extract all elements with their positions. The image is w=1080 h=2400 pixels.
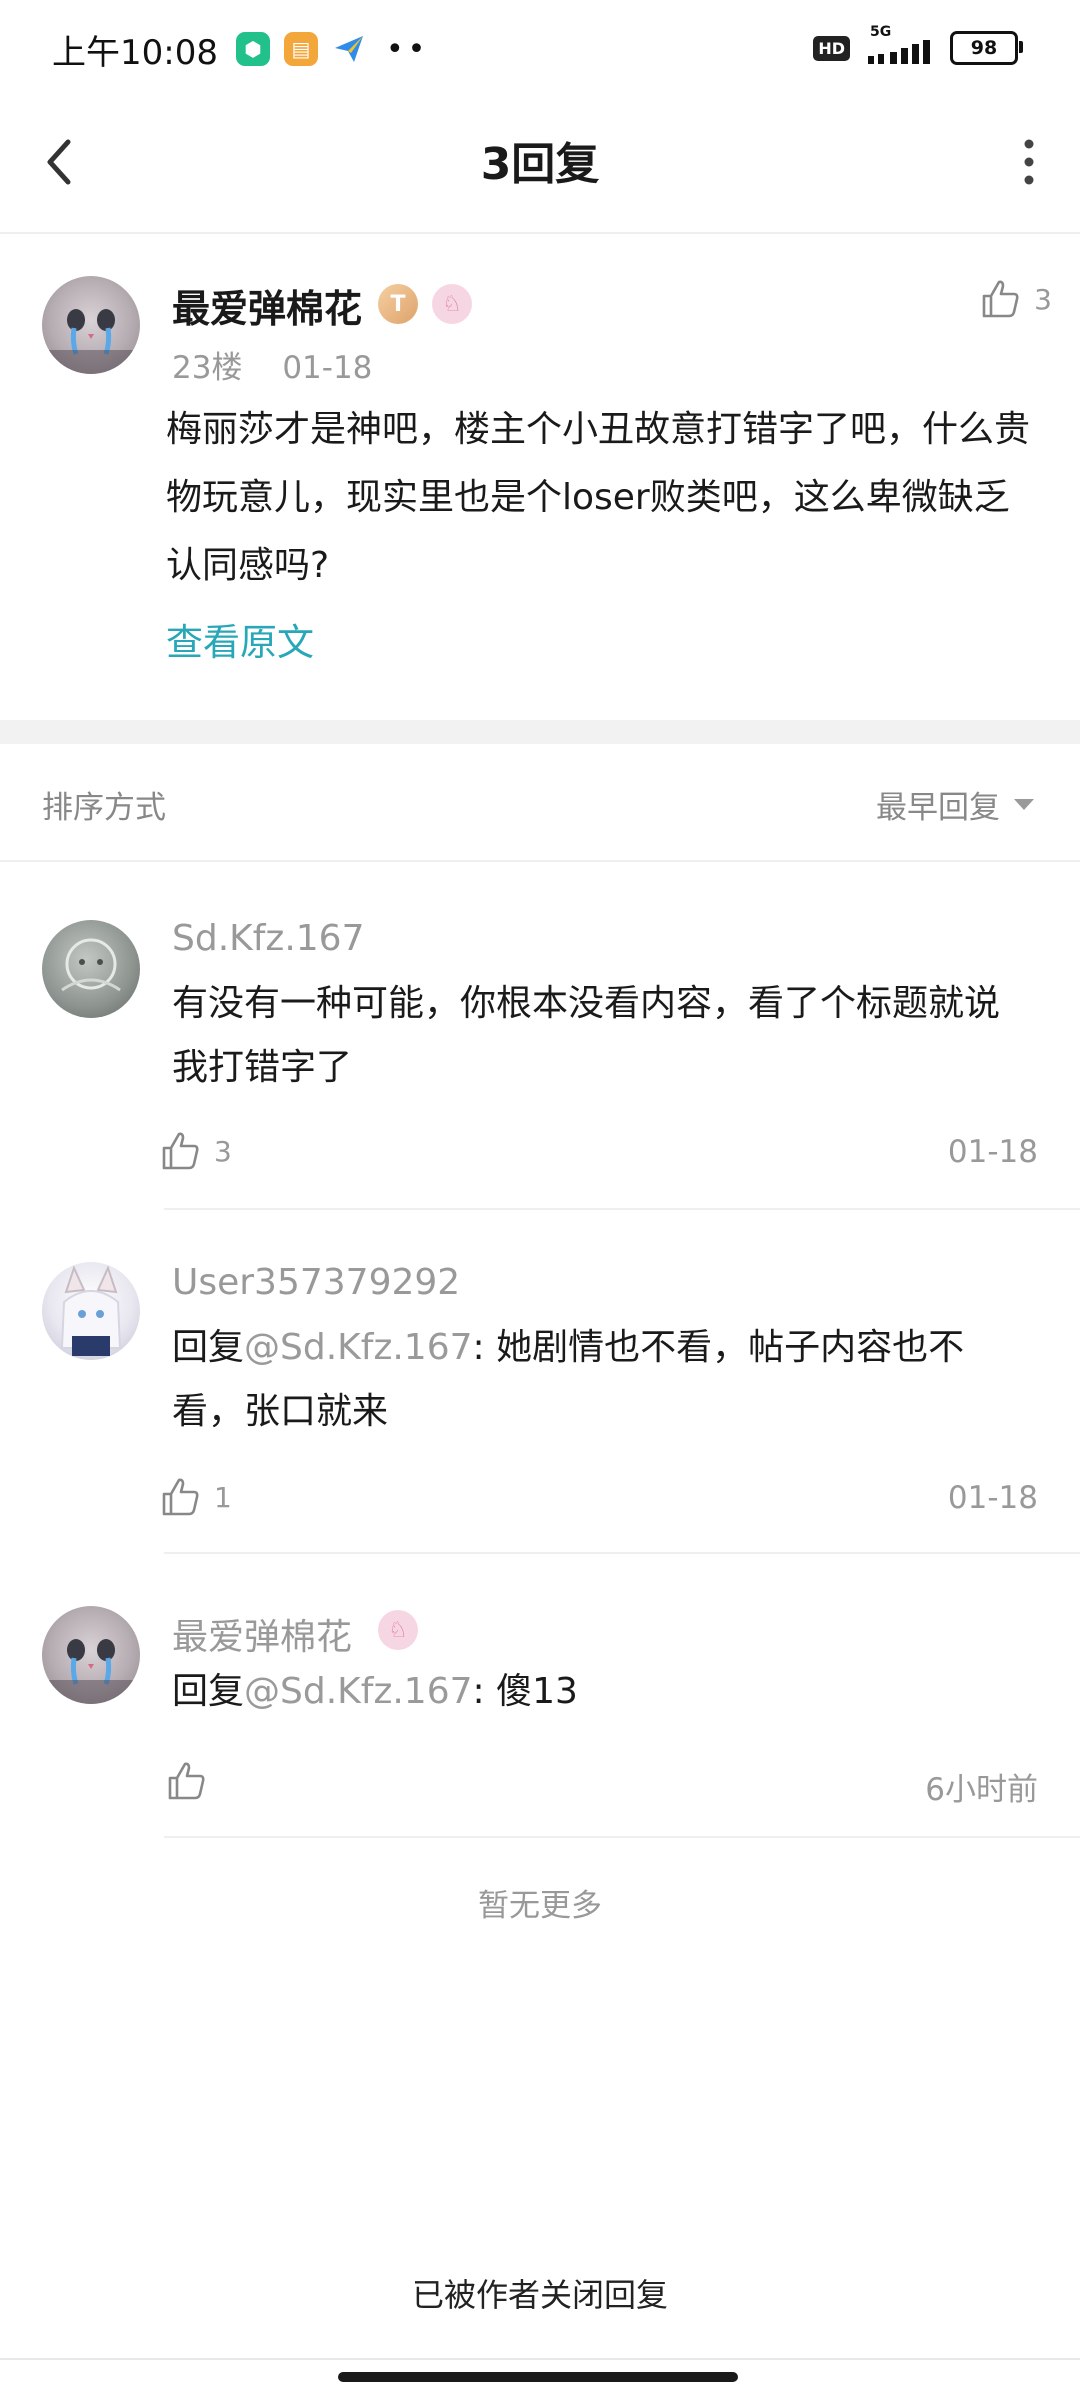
reply-body: 有没有一种可能，你根本没看内容，看了个标题就说我打错字了: [172, 983, 1001, 1088]
bunny-badge-icon: ♘: [432, 284, 472, 324]
anime-avatar-image: [60, 1265, 122, 1356]
mention-link[interactable]: @Sd.Kfz.167: [244, 1327, 472, 1368]
reply-item: 最爱弹棉花 ♘ 回复@Sd.Kfz.167: 傻13 6小时前: [0, 1554, 1080, 1838]
shield-app-icon: ⬢: [235, 32, 270, 66]
thumbs-up-icon: [168, 1762, 205, 1800]
cat-avatar-image: [42, 309, 140, 374]
sort-dropdown[interactable]: 最早回复: [876, 782, 1034, 827]
post-meta: 23楼 01-18: [172, 342, 372, 387]
main-post: 最爱弹棉花 T ♘ 23楼 01-18 3 梅丽莎才是神吧，楼主个小丑故意打错字…: [0, 234, 1080, 720]
hd-badge: HD: [813, 35, 850, 61]
cat-avatar-image: [42, 1639, 140, 1704]
section-divider: [0, 720, 1080, 744]
reply-like-button[interactable]: 1: [160, 1476, 232, 1518]
avatar[interactable]: [42, 1262, 140, 1360]
thumbs-up-icon: [162, 1132, 199, 1170]
level-badge-icon: T: [378, 284, 418, 324]
thumbs-up-icon: [982, 280, 1019, 318]
view-original-link[interactable]: 查看原文: [166, 612, 314, 666]
reply-like-button[interactable]: [166, 1760, 220, 1802]
bottom-divider: [0, 2358, 1080, 2360]
signal-icon: 5G: [866, 24, 936, 68]
more-options-button[interactable]: [1014, 134, 1044, 190]
battery-level: 98: [970, 37, 998, 59]
post-like-count: 3: [1034, 282, 1052, 316]
post-like-button[interactable]: 3: [980, 278, 1052, 320]
more-notifications-indicator: ••: [385, 31, 430, 67]
bunny-badge-icon: ♘: [378, 1610, 418, 1650]
reply-author-name[interactable]: 最爱弹棉花: [172, 1608, 352, 1660]
post-author-name[interactable]: 最爱弹棉花: [172, 278, 362, 333]
network-type: 5G: [870, 24, 892, 40]
top-nav-bar: 3回复: [0, 98, 1080, 234]
home-indicator[interactable]: [338, 2372, 738, 2382]
sort-bar: 排序方式 最早回复: [0, 744, 1080, 862]
reply-like-count: 3: [214, 1134, 232, 1168]
sort-label: 排序方式: [42, 790, 166, 826]
thumbs-up-icon: [162, 1478, 199, 1516]
reply-like-button[interactable]: 3: [160, 1130, 232, 1172]
reply-body: 回复@Sd.Kfz.167: 傻13: [172, 1660, 1032, 1724]
status-time: 上午10:08: [52, 32, 218, 73]
floor-number: 23楼: [172, 350, 243, 386]
post-body: 梅丽莎才是神吧，楼主个小丑故意打错字了吧，什么贵物玩意儿，现实里也是个loser…: [166, 409, 1031, 586]
reply-date: 6小时前: [925, 1772, 1038, 1808]
battery-icon: 98: [950, 31, 1023, 65]
sketch-avatar-image: [61, 938, 121, 992]
avatar[interactable]: [42, 920, 140, 1018]
reply-prefix: 回复: [172, 1327, 245, 1368]
note-app-icon: ▤: [283, 32, 318, 66]
mention-link[interactable]: @Sd.Kfz.167: [244, 1671, 472, 1712]
reply-divider: [164, 1836, 1080, 1838]
status-right: HD 5G 98: [813, 24, 1023, 68]
reply-body: 回复@Sd.Kfz.167: 她剧情也不看，帖子内容也不看，张口就来: [172, 1316, 1032, 1444]
reply-date: 01-18: [947, 1480, 1038, 1516]
more-vertical-icon: [1024, 139, 1034, 185]
sort-selected-value: 最早回复: [876, 790, 1000, 826]
no-more-text: 暂无更多: [478, 1888, 602, 1924]
replies-closed-notice: 已被作者关闭回复: [411, 2276, 668, 2314]
reply-text: : 傻13: [472, 1671, 578, 1712]
caret-down-icon: [1014, 799, 1034, 810]
reply-author-name[interactable]: User357379292: [172, 1262, 460, 1303]
paper-plane-app-icon: [332, 32, 366, 66]
post-date: 01-18: [282, 350, 373, 386]
status-bar: 上午10:08 ⬢ ▤ •• HD 5G 98: [0, 0, 1080, 98]
reply-date: 01-18: [947, 1134, 1038, 1170]
avatar[interactable]: [42, 1606, 140, 1704]
reply-item: User357379292 回复@Sd.Kfz.167: 她剧情也不看，帖子内容…: [0, 1210, 1080, 1554]
reply-item: Sd.Kfz.167 有没有一种可能，你根本没看内容，看了个标题就说我打错字了 …: [0, 862, 1080, 1210]
page-title: 3回复: [480, 139, 600, 190]
reply-like-count: 1: [214, 1480, 232, 1514]
reply-prefix: 回复: [172, 1671, 245, 1712]
reply-author-name[interactable]: Sd.Kfz.167: [172, 918, 364, 959]
avatar[interactable]: [42, 276, 140, 374]
